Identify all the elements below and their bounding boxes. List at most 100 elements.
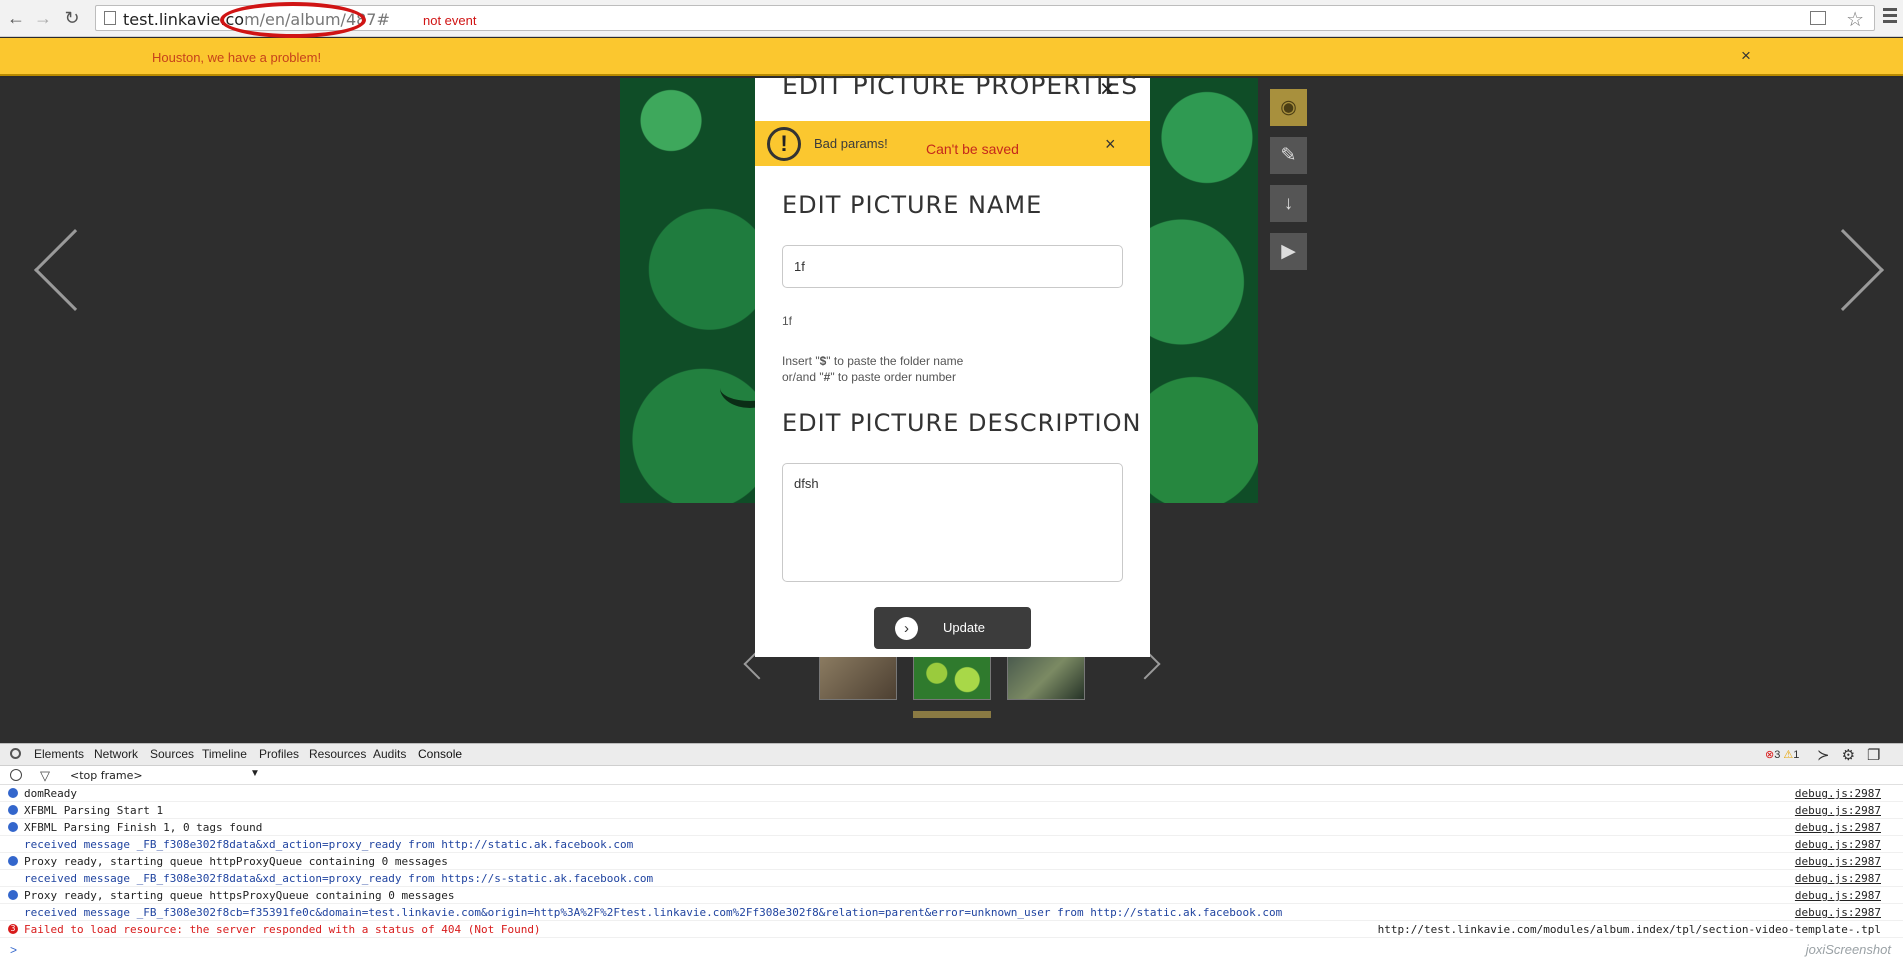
warning-icon: ! <box>767 127 801 161</box>
log-text: received message _FB_f308e302f8data&xd_a… <box>24 872 654 885</box>
download-icon[interactable]: ↓ <box>1270 185 1307 222</box>
tab-sources[interactable]: Sources <box>150 747 194 761</box>
log-text: Proxy ready, starting queue httpsProxyQu… <box>24 889 455 902</box>
log-text: XFBML Parsing Finish 1, 0 tags found <box>24 821 263 834</box>
tab-audits[interactable]: Audits <box>373 747 406 761</box>
edit-icon[interactable]: ✎ <box>1270 137 1307 174</box>
drawer-icon[interactable]: ≻ <box>1817 747 1842 764</box>
search-icon[interactable] <box>10 748 21 759</box>
description-section-title: EDIT PICTURE DESCRIPTION <box>782 409 1142 437</box>
thumbnail[interactable] <box>913 655 991 700</box>
log-text: received message _FB_f308e302f8data&xd_a… <box>24 838 634 851</box>
not-event-annotation: not event <box>423 13 477 28</box>
devtools-tabs: Elements Network Sources Timeline Profil… <box>0 744 1903 766</box>
page-icon <box>104 11 116 25</box>
devtools-controls: ≻⚙❐ <box>1817 746 1892 764</box>
tab-console[interactable]: Console <box>418 747 462 761</box>
forward-icon[interactable]: → <box>33 8 53 28</box>
hint-line-1: Insert "$" to paste the folder name <box>782 353 963 369</box>
error-icon: 3 <box>8 924 18 934</box>
alert-close-icon[interactable]: × <box>1105 134 1116 155</box>
log-source-link[interactable]: debug.js:2987 <box>1795 821 1881 834</box>
thumbnail[interactable] <box>819 655 897 700</box>
info-icon <box>8 805 18 815</box>
thumbnail-active-indicator <box>913 711 991 718</box>
picture-description-input[interactable]: dfsh <box>782 463 1123 582</box>
modal-title: EDIT PICTURE PROPERTIES <box>782 71 1139 100</box>
prev-photo-arrow[interactable] <box>30 225 117 315</box>
modal-close-icon[interactable]: × <box>1100 75 1115 104</box>
devtools-panel: Elements Network Sources Timeline Profil… <box>0 743 1903 961</box>
tab-timeline[interactable]: Timeline <box>202 747 247 761</box>
log-text: domReady <box>24 787 77 800</box>
next-photo-arrow[interactable] <box>1801 225 1885 315</box>
console-log-row: received message _FB_f308e302f8data&xd_a… <box>0 837 1903 853</box>
console-error-row: 3 Failed to load resource: the server res… <box>0 922 1903 938</box>
log-text: XFBML Parsing Start 1 <box>24 804 164 817</box>
info-icon <box>8 890 18 900</box>
log-text: received message _FB_f308e302f8cb=f35391… <box>24 906 1283 919</box>
menu-icon[interactable] <box>1883 8 1897 24</box>
alert-annotation: Can't be saved <box>926 141 1019 157</box>
tab-profiles[interactable]: Profiles <box>259 747 299 761</box>
log-source-link[interactable]: debug.js:2987 <box>1795 872 1881 885</box>
eye-icon[interactable]: ◉ <box>1270 89 1307 126</box>
tab-resources[interactable]: Resources <box>309 747 366 761</box>
info-icon <box>8 822 18 832</box>
console-log-row: XFBML Parsing Finish 1, 0 tags found debu… <box>0 820 1903 836</box>
chevron-right-icon: › <box>895 617 918 640</box>
warning-message: Houston, we have a problem! <box>152 50 322 65</box>
dock-icon[interactable]: ❐ <box>1867 747 1892 764</box>
console-log-row: received message _FB_f308e302f8cb=f35391… <box>0 905 1903 921</box>
update-button[interactable]: › Update <box>874 607 1031 649</box>
console-log-row: domReady debug.js:2987 <box>0 786 1903 802</box>
tab-elements[interactable]: Elements <box>34 747 84 761</box>
console-prompt[interactable]: > <box>10 943 17 957</box>
error-alert: ! Bad params! Can't be saved × <box>755 121 1150 166</box>
info-icon <box>8 856 18 866</box>
edit-picture-modal: EDIT PICTURE PROPERTIES × ! Bad params! … <box>755 71 1150 657</box>
log-source-link[interactable]: http://test.linkavie.com/modules/album.i… <box>1378 923 1881 936</box>
log-text: Proxy ready, starting queue httpProxyQue… <box>24 855 448 868</box>
error-warning-counts[interactable]: ⊗3 ⚠1 <box>1765 748 1799 761</box>
info-icon <box>8 788 18 798</box>
log-source-link[interactable]: debug.js:2987 <box>1795 889 1881 902</box>
settings-icon[interactable]: ⚙ <box>1842 747 1867 764</box>
warning-close-icon[interactable]: × <box>1741 46 1751 66</box>
console-log-row: received message _FB_f308e302f8data&xd_a… <box>0 871 1903 887</box>
log-source-link[interactable]: debug.js:2987 <box>1795 787 1881 800</box>
log-text: Failed to load resource: the server resp… <box>24 923 541 936</box>
filter-icon[interactable]: ▽ <box>40 768 50 784</box>
tab-network[interactable]: Network <box>94 747 138 761</box>
warning-count: 1 <box>1793 749 1800 761</box>
hint-text: Insert " <box>782 354 820 368</box>
star-icon[interactable]: ☆ <box>1846 7 1864 32</box>
alert-message: Bad params! <box>814 136 888 151</box>
frame-selector[interactable]: <top frame> <box>70 769 143 782</box>
reload-icon[interactable]: ↻ <box>62 8 82 28</box>
picture-name-input[interactable] <box>782 245 1123 288</box>
clear-console-icon[interactable] <box>10 769 22 781</box>
hint-text: or/and " <box>782 370 824 384</box>
log-source-link[interactable]: debug.js:2987 <box>1795 804 1881 817</box>
hint-text: " to paste the folder name <box>826 354 964 368</box>
name-section-title: EDIT PICTURE NAME <box>782 191 1043 219</box>
console-log-row: XFBML Parsing Start 1 debug.js:2987 <box>0 803 1903 819</box>
log-source-link[interactable]: debug.js:2987 <box>1795 855 1881 868</box>
console-log-row: Proxy ready, starting queue httpProxyQue… <box>0 854 1903 870</box>
url-highlight-circle <box>220 2 366 38</box>
back-icon[interactable]: ← <box>6 8 26 28</box>
hint-line-2: or/and "#" to paste order number <box>782 369 963 385</box>
name-preview: 1f <box>782 314 793 328</box>
screenshot-watermark: joxiScreenshot <box>1805 942 1891 957</box>
thumbnail[interactable] <box>1007 655 1085 700</box>
extension-icon[interactable] <box>1810 11 1826 25</box>
log-source-link[interactable]: debug.js:2987 <box>1795 838 1881 851</box>
error-count: 3 <box>1774 749 1781 761</box>
play-icon[interactable]: ▶ <box>1270 233 1307 270</box>
console-log-row: Proxy ready, starting queue httpsProxyQu… <box>0 888 1903 904</box>
name-hint: Insert "$" to paste the folder name or/a… <box>782 353 963 385</box>
log-source-link[interactable]: debug.js:2987 <box>1795 906 1881 919</box>
update-button-label: Update <box>943 620 985 635</box>
chevron-down-icon[interactable]: ▼ <box>250 768 260 779</box>
